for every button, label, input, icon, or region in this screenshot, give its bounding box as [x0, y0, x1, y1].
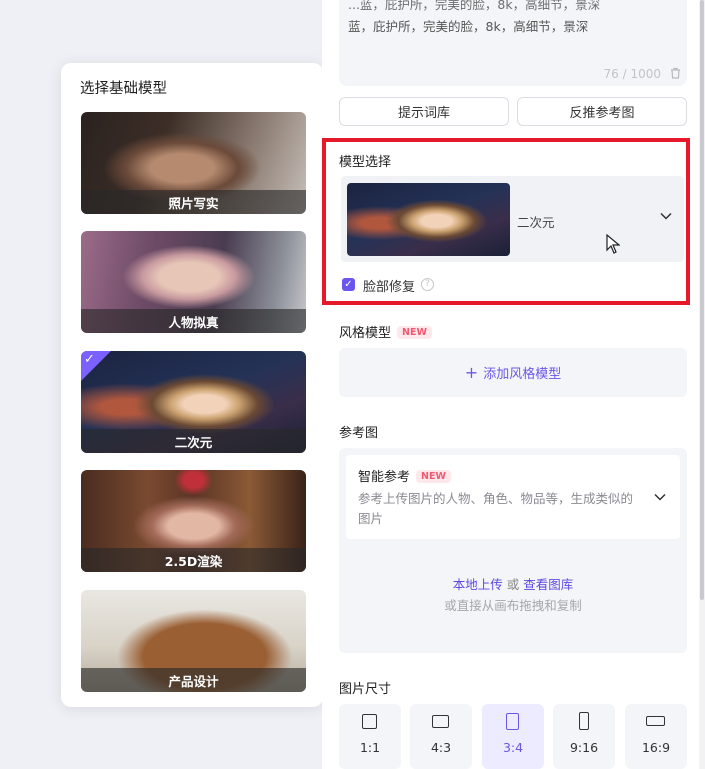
tall-portrait-ratio-icon [579, 712, 589, 730]
model-select-value: 二次元 [517, 215, 555, 230]
new-badge: NEW [397, 326, 432, 339]
scrollbar[interactable] [699, 0, 705, 769]
local-upload-link[interactable]: 本地上传 [453, 577, 503, 592]
wide-landscape-ratio-icon [646, 716, 665, 726]
scrollbar-thumb[interactable] [700, 0, 704, 600]
view-gallery-link[interactable]: 查看图库 [523, 577, 573, 592]
model-card-person-realistic[interactable]: 人物拟真 [81, 231, 306, 333]
ratio-9-16-button[interactable]: 9:16 [553, 704, 615, 769]
model-select-dropdown[interactable]: 二次元 [341, 176, 684, 262]
model-card-label: 照片写实 [81, 190, 306, 214]
plus-icon: + [464, 362, 479, 382]
portrait-ratio-icon [506, 713, 519, 730]
chevron-down-icon [654, 489, 666, 505]
upload-links: 本地上传 或 查看图库 [339, 574, 687, 593]
model-card-label: 二次元 [81, 429, 306, 453]
mouse-cursor-icon [606, 233, 621, 258]
smart-reference-title: 智能参考 NEW [358, 466, 451, 485]
ratio-1-1-button[interactable]: 1:1 [339, 704, 401, 769]
ratio-16-9-button[interactable]: 16:9 [625, 704, 687, 769]
reference-upload-area[interactable]: 智能参考 NEW 参考上传图片的人物、角色、物品等，生成类似的图片 本地上传 或 … [339, 448, 687, 653]
add-style-model-button[interactable]: + 添加风格模型 [339, 348, 687, 397]
chevron-down-icon [660, 208, 672, 224]
ratio-3-4-button[interactable]: 3:4 [482, 704, 544, 769]
drag-hint: 或直接从画布拖拽和复制 [444, 598, 582, 613]
square-ratio-icon [362, 714, 377, 729]
model-card-2-5d-render[interactable]: 2.5D渲染 [81, 470, 306, 572]
char-count: 76 / 1000 [603, 67, 661, 81]
ratio-options: 1:1 4:3 3:4 9:16 16:9 [339, 704, 687, 769]
ratio-label: 1:1 [359, 740, 381, 755]
trash-icon[interactable] [670, 67, 681, 82]
smart-reference-title-text: 智能参考 [358, 470, 411, 485]
prompt-text-line-partial: ...蓝，庇护所，完美的脸，8k，高细节，景深 [348, 0, 601, 12]
reverse-reference-button[interactable]: 反推参考图 [517, 97, 687, 126]
smart-reference-desc: 参考上传图片的人物、角色、物品等，生成类似的图片 [358, 491, 634, 526]
smart-reference-dropdown[interactable]: 智能参考 NEW 参考上传图片的人物、角色、物品等，生成类似的图片 [346, 455, 680, 539]
prompt-text: ...蓝，庇护所，完美的脸，8k，高细节，景深 蓝，庇护所，完美的脸，8k，高细… [348, 0, 678, 38]
popup-title: 选择基础模型 [80, 81, 167, 97]
face-fix-label: 脸部修复 [363, 280, 416, 295]
ratio-label: 9:16 [569, 740, 599, 755]
style-model-label: 风格模型 [339, 326, 392, 341]
help-icon[interactable]: ? [421, 278, 434, 291]
model-card-label: 2.5D渲染 [81, 548, 306, 572]
ratio-label: 16:9 [641, 740, 671, 755]
check-icon: ✓ [84, 352, 95, 367]
reference-label: 参考图 [339, 426, 379, 441]
style-model-section: 风格模型 NEW [339, 322, 432, 341]
or-text: 或 [506, 577, 520, 592]
model-select-label: 模型选择 [339, 155, 392, 170]
model-card-label: 人物拟真 [81, 309, 306, 333]
base-model-popup: 选择基础模型 照片写实 人物拟真 ✓ 二次元 2.5D渲染 产品设计 [61, 63, 323, 707]
model-card-product-design[interactable]: 产品设计 [81, 590, 306, 692]
image-size-label: 图片尺寸 [339, 682, 392, 697]
generation-settings-panel: ...蓝，庇护所，完美的脸，8k，高细节，景深 蓝，庇护所，完美的脸，8k，高细… [322, 0, 705, 769]
model-thumbnail [347, 183, 510, 256]
new-badge: NEW [416, 470, 451, 483]
model-card-anime[interactable]: ✓ 二次元 [81, 351, 306, 453]
model-card-label: 产品设计 [81, 668, 306, 692]
ratio-label: 3:4 [502, 740, 524, 755]
prompt-library-button[interactable]: 提示词库 [339, 97, 509, 126]
prompt-textarea[interactable]: ...蓝，庇护所，完美的脸，8k，高细节，景深 蓝，庇护所，完美的脸，8k，高细… [339, 0, 687, 86]
prompt-text-line: 蓝，庇护所，完美的脸，8k，高细节，景深 [348, 19, 589, 34]
face-fix-checkbox[interactable]: ✓ [342, 278, 355, 291]
add-style-model-label: 添加风格模型 [483, 367, 562, 382]
landscape-ratio-icon [432, 715, 449, 728]
ratio-4-3-button[interactable]: 4:3 [410, 704, 472, 769]
ratio-label: 4:3 [430, 740, 452, 755]
model-card-photo-realistic[interactable]: 照片写实 [81, 112, 306, 214]
